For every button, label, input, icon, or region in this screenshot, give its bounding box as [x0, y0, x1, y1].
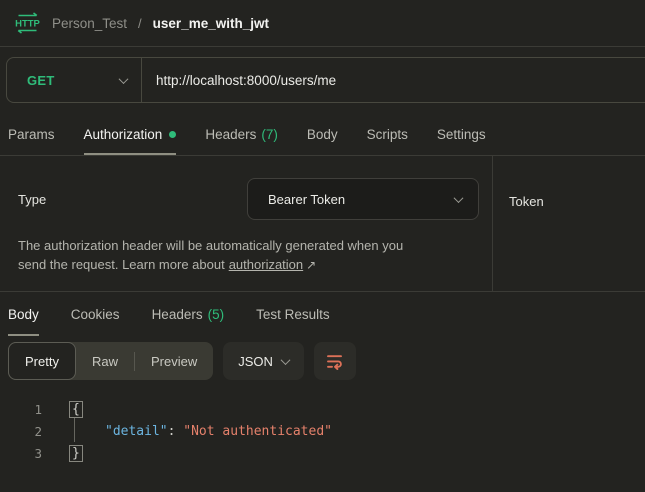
request-url-row: GET [0, 47, 645, 113]
external-link-icon: ↗ [306, 256, 316, 275]
code-line: 2 "detail": "Not authenticated" [0, 420, 645, 442]
auth-config-pane: Type Bearer Token The authorization head… [0, 156, 493, 291]
breadcrumb-separator: / [138, 16, 142, 31]
json-key: "detail" [105, 424, 168, 439]
line-number: 3 [0, 446, 42, 461]
tab-scripts[interactable]: Scripts [367, 113, 408, 155]
chevron-down-icon [280, 355, 290, 365]
response-toolbar: Pretty Raw Preview JSON [0, 336, 645, 386]
tab-body[interactable]: Body [307, 113, 338, 155]
auth-help-text: The authorization header will be automat… [18, 237, 474, 274]
response-headers-count-badge: (5) [208, 307, 225, 322]
tab-settings[interactable]: Settings [437, 113, 486, 155]
breadcrumb-request-name[interactable]: user_me_with_jwt [153, 16, 269, 31]
tab-response-cookies[interactable]: Cookies [71, 292, 120, 336]
request-url-box: GET [6, 57, 645, 103]
close-brace: } [69, 445, 83, 462]
view-mode-switch: Pretty Raw Preview [8, 342, 213, 380]
response-body-viewer[interactable]: 1 { 2 "detail": "Not authenticated" 3 } [0, 386, 645, 464]
auth-type-label: Type [18, 192, 46, 207]
chevron-down-icon [454, 193, 464, 203]
code-line: 1 { [0, 398, 645, 420]
view-raw-button[interactable]: Raw [76, 342, 134, 380]
request-tabs: Params Authorization Headers (7) Body Sc… [0, 113, 645, 156]
line-number: 1 [0, 402, 42, 417]
method-dropdown[interactable]: GET [7, 58, 141, 102]
token-label: Token [509, 194, 544, 209]
tab-headers[interactable]: Headers (7) [205, 113, 278, 155]
code-line: 3 } [0, 442, 645, 464]
tab-response-headers[interactable]: Headers (5) [152, 292, 225, 336]
auth-type-row: Type Bearer Token [0, 156, 492, 220]
line-number: 2 [0, 424, 42, 439]
url-input[interactable] [142, 58, 645, 102]
tab-response-body[interactable]: Body [8, 292, 39, 336]
svg-text:HTTP: HTTP [15, 19, 40, 30]
wrap-line-button[interactable] [314, 342, 356, 380]
auth-token-pane: Token [493, 156, 645, 291]
method-label: GET [27, 73, 120, 88]
format-dropdown[interactable]: JSON [223, 342, 304, 380]
chevron-down-icon [119, 74, 129, 84]
response-tabs: Body Cookies Headers (5) Test Results [0, 291, 645, 336]
view-pretty-button[interactable]: Pretty [8, 342, 76, 380]
indent-guide [74, 418, 75, 442]
view-preview-button[interactable]: Preview [135, 342, 213, 380]
auth-active-dot-icon [169, 131, 176, 138]
http-icon: HTTP [14, 11, 41, 35]
auth-type-dropdown[interactable]: Bearer Token [247, 178, 479, 220]
authorization-panel: Type Bearer Token The authorization head… [0, 156, 645, 291]
tab-params[interactable]: Params [8, 113, 55, 155]
tab-test-results[interactable]: Test Results [256, 292, 330, 336]
headers-count-badge: (7) [261, 127, 278, 142]
response-section: Body Cookies Headers (5) Test Results Pr… [0, 291, 645, 464]
request-header: HTTP Person_Test / user_me_with_jwt [0, 0, 645, 47]
tab-authorization[interactable]: Authorization [84, 113, 177, 155]
breadcrumb-collection[interactable]: Person_Test [52, 16, 127, 31]
authorization-docs-link[interactable]: authorization [229, 257, 303, 272]
open-brace: { [69, 401, 83, 418]
auth-type-value: Bearer Token [268, 192, 345, 207]
json-value: "Not authenticated" [183, 424, 332, 439]
wrap-line-icon [325, 353, 344, 370]
